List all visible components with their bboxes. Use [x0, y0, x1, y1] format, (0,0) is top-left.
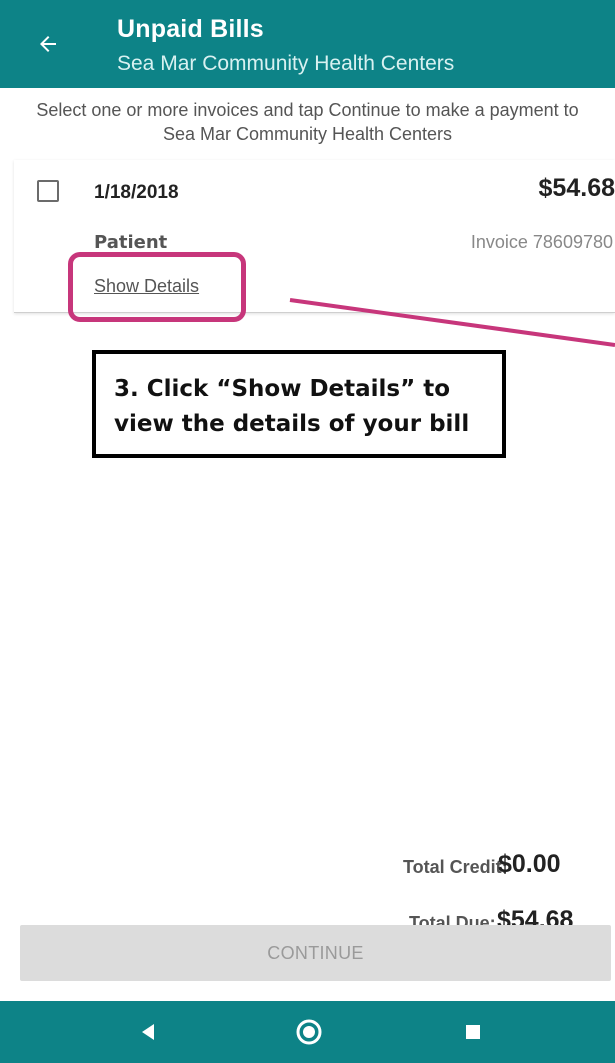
show-details-highlight: [68, 252, 246, 322]
square-recents-icon: [466, 1025, 480, 1039]
nav-recents-button[interactable]: [455, 1017, 491, 1047]
invoice-checkbox[interactable]: [37, 180, 59, 202]
triangle-back-icon: [142, 1024, 154, 1040]
total-credit-label: Total Credit:: [403, 857, 508, 877]
arrow-left-icon: [40, 36, 56, 52]
back-button[interactable]: [30, 26, 66, 62]
tutorial-callout: 3. Click “Show Details” to view the deta…: [92, 350, 506, 458]
total-credit-value: $0.00: [498, 850, 561, 878]
nav-back-button[interactable]: [130, 1017, 166, 1047]
patient-label: Patient: [94, 232, 168, 253]
system-nav-bar: [0, 1001, 615, 1063]
invoice-amount: $54.68: [538, 174, 615, 202]
circle-home-icon: [296, 1019, 322, 1045]
nav-home-button[interactable]: [291, 1017, 327, 1047]
invoice-date: 1/18/2018: [94, 182, 179, 203]
page-title: Unpaid Bills: [117, 15, 264, 43]
continue-button[interactable]: CONTINUE: [20, 925, 611, 981]
invoice-number: Invoice 78609780: [470, 232, 613, 252]
app-bar: Unpaid Bills Sea Mar Community Health Ce…: [0, 0, 615, 88]
callout-line-1: 3. Click “Show Details” to: [114, 376, 451, 402]
instructions-text: Select one or more invoices and tap Cont…: [36, 100, 579, 144]
page-subtitle: Sea Mar Community Health Centers: [117, 52, 455, 75]
callout-line-2: view the details of your bill: [114, 411, 470, 437]
